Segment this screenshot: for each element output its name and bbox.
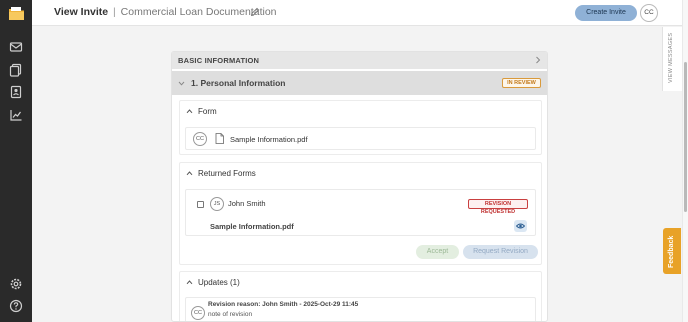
request-revision-button[interactable]: Request Revision [463,245,538,259]
title-separator: | [113,6,116,18]
view-messages-tab[interactable]: VIEW MESSAGES [662,27,682,91]
form-title: Form [198,107,217,116]
create-invite-button[interactable]: Create Invite [575,5,637,21]
chevron-right-icon[interactable] [534,56,542,64]
form-card: Form CC Sample Information.pdf [179,100,542,155]
personal-information-title: 1. Personal Information [191,78,286,88]
form-file-name[interactable]: Sample Information.pdf [230,135,308,144]
returned-form-item: JS John Smith REVISION REQUESTED Sample … [185,189,536,236]
documents-icon[interactable] [9,63,23,77]
updates-card: Updates (1) CC Revision reason: John Smi… [179,271,542,321]
chart-icon[interactable] [9,108,23,122]
update-heading: Revision reason: John Smith - 2025-Oct-2… [208,301,359,308]
feedback-tab[interactable]: Feedback [663,228,681,274]
pencil-edit-icon[interactable] [250,7,260,17]
title-text: View Invite [54,6,109,18]
page-scrollbar[interactable] [682,0,688,322]
avatar: CC [193,132,207,146]
avatar: CC [191,306,205,320]
envelope-icon[interactable] [9,40,23,54]
chevron-up-icon[interactable] [186,108,193,115]
personal-information-header[interactable]: 1. Personal Information IN REVIEW [172,71,547,95]
basic-information-title: BASIC INFORMATION [178,56,260,65]
user-avatar[interactable]: CC [640,4,658,22]
pdf-file-icon [215,133,224,144]
basic-information-header[interactable]: BASIC INFORMATION [172,52,547,69]
contacts-icon[interactable] [9,85,23,99]
scrollbar-thumb[interactable] [684,62,687,212]
view-messages-label: VIEW MESSAGES [668,32,674,83]
eye-icon [516,223,525,229]
folder-logo-icon[interactable] [8,6,25,21]
accept-button[interactable]: Accept [416,245,459,259]
form-file-row[interactable]: CC Sample Information.pdf [185,127,536,150]
returned-by-name: John Smith [228,199,266,208]
chevron-up-icon[interactable] [186,170,193,177]
help-icon[interactable] [9,299,23,313]
settings-icon[interactable] [9,277,23,291]
returned-forms-title: Returned Forms [198,169,256,178]
in-review-badge: IN REVIEW [502,78,541,88]
view-file-button[interactable] [514,220,527,232]
feedback-label: Feedback [668,235,675,268]
avatar: JS [210,197,224,211]
update-note: note of revision [208,311,253,318]
returned-forms-card: Returned Forms JS John Smith REVISION RE… [179,162,542,265]
chevron-down-icon[interactable] [178,80,185,87]
update-item: CC Revision reason: John Smith - 2025-Oc… [185,297,536,321]
sidebar [0,0,32,322]
updates-title: Updates (1) [198,278,240,287]
chevron-up-icon[interactable] [186,279,193,286]
page-title: View Invite | Commercial Loan Documentat… [54,6,277,18]
select-checkbox[interactable] [197,201,204,208]
top-bar: View Invite | Commercial Loan Documentat… [32,0,682,26]
basic-information-panel: BASIC INFORMATION 1. Personal Informatio… [171,51,548,322]
revision-requested-badge: REVISION REQUESTED [468,199,528,215]
returned-file-name[interactable]: Sample Information.pdf [210,222,294,231]
